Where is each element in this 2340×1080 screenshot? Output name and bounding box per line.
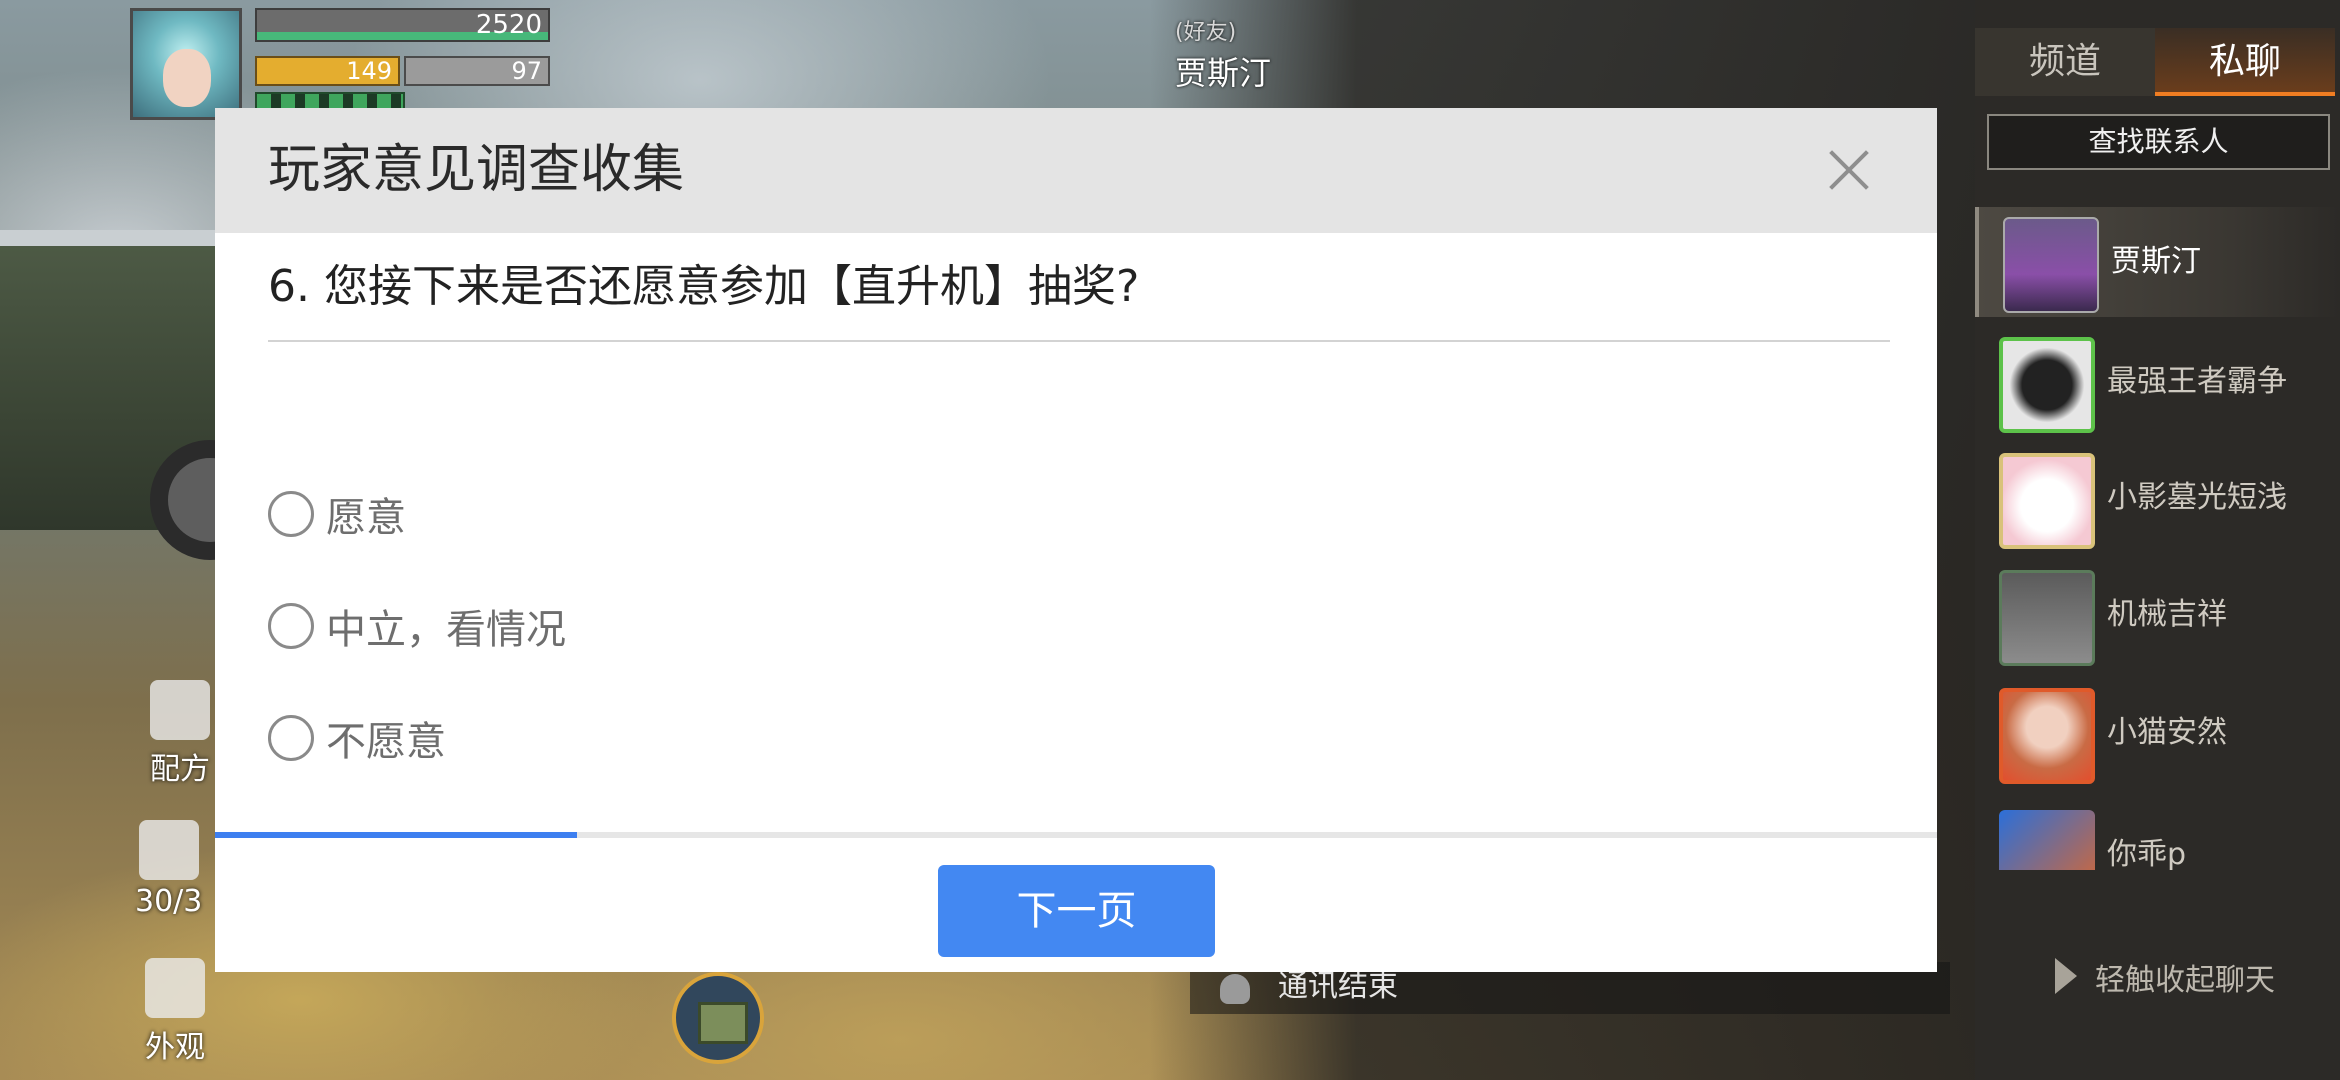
- chat-panel: 频道 私聊 查找联系人 贾斯汀 最强王者霸争 小影墓光短浅 机械吉祥 小猫安然 …: [1975, 0, 2340, 1080]
- next-page-button[interactable]: 下一页: [938, 865, 1215, 957]
- recipe-button[interactable]: 配方: [150, 680, 210, 788]
- chest-icon[interactable]: [672, 972, 764, 1064]
- find-contact-button[interactable]: 查找联系人: [1987, 114, 2330, 170]
- appearance-button[interactable]: 外观: [145, 958, 205, 1066]
- contact-item[interactable]: 最强王者霸争: [1975, 327, 2340, 437]
- tab-private-chat[interactable]: 私聊: [2155, 28, 2335, 96]
- health-value: 2520: [475, 10, 542, 40]
- radio-button[interactable]: [268, 715, 314, 761]
- water-value: 97: [511, 57, 542, 85]
- contact-item[interactable]: 机械吉祥: [1975, 560, 2340, 670]
- contact-name: 最强王者霸争: [2107, 364, 2287, 399]
- contact-avatar: [1999, 570, 2095, 666]
- chat-partner-name: 贾斯汀: [1175, 54, 1272, 92]
- survey-progress-fill: [215, 832, 577, 838]
- backpack-icon: [138, 820, 199, 880]
- survey-option[interactable]: 中立，看情况: [268, 596, 566, 656]
- survey-dialog: 玩家意见调查收集 6. 您接下来是否还愿意参加【直升机】抽奖? 愿意 中立，看情…: [215, 108, 1937, 972]
- food-bar: 149: [255, 56, 400, 86]
- contact-avatar: [1999, 337, 2095, 433]
- option-label: 愿意: [326, 495, 406, 541]
- player-avatar[interactable]: [130, 8, 242, 120]
- recipe-label: 配方: [150, 752, 210, 787]
- option-label: 中立，看情况: [326, 607, 566, 653]
- health-bar: 2520: [255, 8, 550, 42]
- water-bar: 97: [404, 56, 550, 86]
- option-label: 不愿意: [326, 719, 446, 765]
- tab-channel[interactable]: 频道: [1975, 28, 2155, 96]
- contact-name: 你乖p: [2107, 837, 2187, 870]
- radio-button[interactable]: [268, 491, 314, 537]
- food-value: 149: [346, 57, 392, 85]
- chat-tabs: 频道 私聊: [1975, 28, 2340, 100]
- chat-partner-header: (好友) 贾斯汀: [1175, 14, 1271, 94]
- arrow-right-icon: [2055, 958, 2077, 994]
- phone-icon: [1220, 974, 1250, 1004]
- question-divider: [268, 340, 1890, 342]
- appearance-label: 外观: [145, 1030, 205, 1065]
- contact-item[interactable]: 你乖p: [1975, 800, 2340, 870]
- survey-option[interactable]: 愿意: [268, 484, 406, 544]
- recipe-icon: [150, 680, 210, 740]
- survey-option[interactable]: 不愿意: [268, 708, 446, 768]
- collapse-chat-button[interactable]: 轻触收起聊天: [2055, 955, 2275, 999]
- survey-question: 6. 您接下来是否还愿意参加【直升机】抽奖?: [268, 261, 1140, 312]
- avatar-face: [163, 49, 211, 107]
- radio-button[interactable]: [268, 603, 314, 649]
- contact-item[interactable]: 贾斯汀: [1975, 207, 2340, 317]
- contact-name: 贾斯汀: [2111, 244, 2201, 279]
- contact-avatar: [2003, 217, 2099, 313]
- backpack-button[interactable]: 30/3: [135, 820, 202, 919]
- outfit-icon: [145, 958, 205, 1018]
- friend-tag: (好友): [1175, 20, 1237, 45]
- contact-name: 小猫安然: [2107, 715, 2227, 750]
- contact-avatar: [1999, 810, 2095, 870]
- backpack-count: 30/3: [135, 884, 203, 919]
- contact-avatar: [1999, 688, 2095, 784]
- contact-item[interactable]: 小猫安然: [1975, 678, 2340, 788]
- contact-name: 机械吉祥: [2107, 597, 2227, 632]
- survey-title: 玩家意见调查收集: [268, 140, 685, 200]
- collapse-chat-label: 轻触收起聊天: [2095, 963, 2275, 998]
- contact-avatar: [1999, 453, 2095, 549]
- close-icon[interactable]: [1821, 142, 1877, 198]
- contact-name: 小影墓光短浅: [2107, 480, 2287, 515]
- survey-header: 玩家意见调查收集: [215, 108, 1937, 233]
- contact-item[interactable]: 小影墓光短浅: [1975, 443, 2340, 553]
- survey-progress-bar: [215, 832, 1937, 838]
